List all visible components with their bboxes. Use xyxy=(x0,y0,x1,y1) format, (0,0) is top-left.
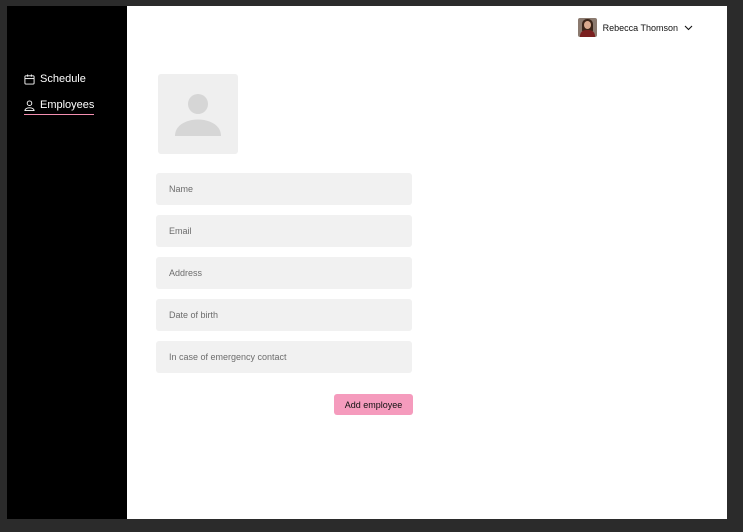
address-field[interactable] xyxy=(156,257,412,289)
sidebar-item-label: Schedule xyxy=(40,73,86,85)
sidebar-item-schedule[interactable]: Schedule xyxy=(24,73,86,85)
app-window: Schedule Employees Rebecca Thomson Name … xyxy=(7,6,727,519)
date-of-birth-field[interactable] xyxy=(156,299,412,331)
photo-upload[interactable] xyxy=(158,74,238,154)
user-name: Rebecca Thomson xyxy=(602,22,678,33)
user-menu[interactable]: Rebecca Thomson xyxy=(577,18,693,37)
name-field[interactable] xyxy=(156,173,412,205)
user-icon xyxy=(24,99,35,111)
avatar xyxy=(577,18,597,37)
calendar-icon xyxy=(24,73,35,85)
email-field[interactable] xyxy=(156,215,412,247)
sidebar: Schedule Employees xyxy=(7,6,127,519)
main-content: Rebecca Thomson Add employee xyxy=(127,6,727,519)
sidebar-item-employees[interactable]: Employees xyxy=(24,99,95,115)
add-employee-button[interactable]: Add employee xyxy=(334,394,413,415)
sidebar-item-label: Employees xyxy=(40,99,95,111)
chevron-down-icon xyxy=(684,25,693,30)
emergency-contact-field[interactable] xyxy=(156,341,412,373)
person-placeholder-icon xyxy=(175,94,221,136)
